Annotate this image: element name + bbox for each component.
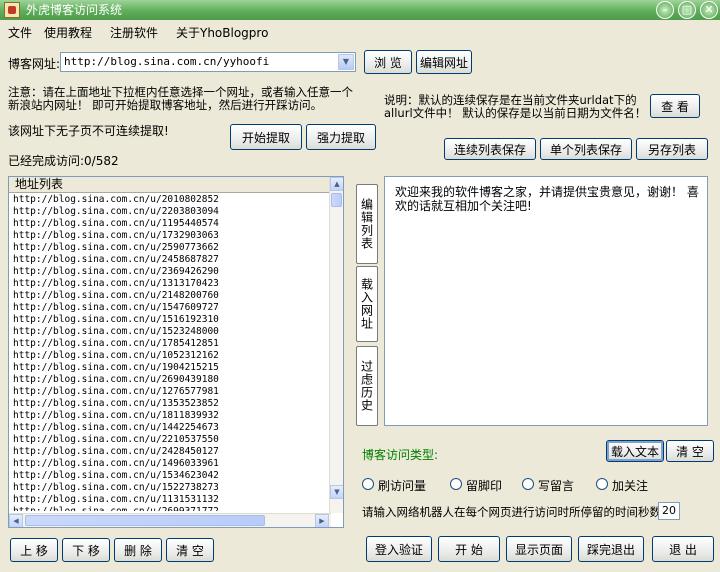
list-item[interactable]: http://blog.sina.com.cn/u/1516192310	[9, 314, 331, 326]
close-icon[interactable]: ✕	[700, 1, 718, 19]
radio-footprint-label[interactable]: 留脚印	[466, 477, 502, 494]
title-bar[interactable]: 外虎博客访问系统 – □ ✕	[0, 0, 720, 20]
progress-text: 已经完成访问:0/582	[8, 154, 119, 168]
save-continuous-button[interactable]: 连续列表保存	[444, 138, 536, 160]
list-item[interactable]: http://blog.sina.com.cn/u/1534623042	[9, 470, 331, 482]
list-item[interactable]: http://blog.sina.com.cn/u/1131531132	[9, 494, 331, 506]
vertical-scroll-thumb[interactable]	[331, 193, 342, 207]
list-item[interactable]: http://blog.sina.com.cn/u/2690439180	[9, 374, 331, 386]
list-item[interactable]: http://blog.sina.com.cn/u/2428450127	[9, 446, 331, 458]
address-list[interactable]: 地址列表 http://blog.sina.com.cn/u/201080285…	[8, 176, 344, 528]
minimize-icon[interactable]: –	[656, 1, 674, 19]
menu-about[interactable]: 关于YhoBlogpro	[176, 24, 268, 41]
list-item[interactable]: http://blog.sina.com.cn/u/1811839932	[9, 410, 331, 422]
window-title: 外虎博客访问系统	[26, 3, 123, 17]
scroll-down-icon[interactable]: ▼	[330, 485, 343, 499]
list-item[interactable]: http://blog.sina.com.cn/u/1785412851	[9, 338, 331, 350]
visit-type-label: 博客访问类型:	[362, 448, 439, 462]
blog-address-combo[interactable]: http://blog.sina.com.cn/yyhoofi ▼	[60, 52, 356, 72]
list-item[interactable]: http://blog.sina.com.cn/u/1276577981	[9, 386, 331, 398]
radio-comment[interactable]	[522, 478, 534, 490]
save-single-button[interactable]: 单个列表保存	[540, 138, 632, 160]
list-item[interactable]: http://blog.sina.com.cn/u/1732903063	[9, 230, 331, 242]
explain-line-2: allurl文件中！ 默认的保存是以当前日期为文件名！	[384, 106, 647, 120]
scroll-right-icon[interactable]: ▶	[315, 514, 329, 527]
list-item[interactable]: http://blog.sina.com.cn/u/1442254673	[9, 422, 331, 434]
load-text-button[interactable]: 载入文本	[606, 440, 664, 462]
menu-bar: 文件 使用教程 注册软件 关于YhoBlogpro	[0, 20, 720, 42]
edit-url-button[interactable]: 编辑网址	[416, 50, 472, 74]
no-subpage-text: 该网址下无子页不可连续提取!	[8, 124, 169, 138]
load-url-tab[interactable]: 载入网址	[356, 266, 378, 342]
list-item[interactable]: http://blog.sina.com.cn/u/2699371772	[9, 506, 331, 511]
app-icon	[4, 2, 20, 18]
move-down-button[interactable]: 下 移	[62, 538, 110, 562]
stealth-exit-button[interactable]: 踩完退出	[578, 536, 644, 562]
list-item[interactable]: http://blog.sina.com.cn/u/2148200760	[9, 290, 331, 302]
list-header[interactable]: 地址列表	[9, 177, 329, 193]
filter-history-tab[interactable]: 过虑历史	[356, 346, 378, 426]
list-item[interactable]: http://blog.sina.com.cn/u/1313170423	[9, 278, 331, 290]
list-item[interactable]: http://blog.sina.com.cn/u/1195440574	[9, 218, 331, 230]
list-body[interactable]: http://blog.sina.com.cn/u/2010802852 http…	[9, 194, 331, 511]
list-item[interactable]: http://blog.sina.com.cn/u/1496033961	[9, 458, 331, 470]
scroll-up-icon[interactable]: ▲	[330, 177, 343, 191]
start-button[interactable]: 开 始	[438, 536, 500, 562]
blog-address-value: http://blog.sina.com.cn/yyhoofi	[64, 55, 270, 68]
list-item[interactable]: http://blog.sina.com.cn/u/1522738273	[9, 482, 331, 494]
exit-button[interactable]: 退 出	[652, 536, 714, 562]
show-page-button[interactable]: 显示页面	[506, 536, 572, 562]
note-line-2: 新浪站内网址！ 即可开始提取博客地址，然后进行开踩访问。	[8, 98, 323, 112]
radio-visit-count-label[interactable]: 刷访问量	[378, 477, 426, 494]
main-window: 外虎博客访问系统 – □ ✕ 文件 使用教程 注册软件 关于YhoBlogpro…	[0, 0, 720, 572]
wait-time-label: 请输入网络机器人在每个网页进行访问时所停留的时间秒数:	[362, 505, 665, 519]
menu-tutorial[interactable]: 使用教程	[44, 24, 92, 41]
welcome-text-area[interactable]: 欢迎来我的软件博客之家，并请提供宝贵意见，谢谢！ 喜欢的话就互相加个关注吧!	[384, 176, 708, 426]
edit-list-tab[interactable]: 编辑列表	[356, 184, 378, 264]
radio-visit-count[interactable]	[362, 478, 374, 490]
scroll-left-icon[interactable]: ◀	[9, 514, 23, 527]
list-item[interactable]: http://blog.sina.com.cn/u/2210537550	[9, 434, 331, 446]
browse-button[interactable]: 浏 览	[364, 50, 412, 74]
list-item[interactable]: http://blog.sina.com.cn/u/2590773662	[9, 242, 331, 254]
list-item[interactable]: http://blog.sina.com.cn/u/1523248000	[9, 326, 331, 338]
chevron-down-icon[interactable]: ▼	[338, 54, 354, 70]
clear-list-button[interactable]: 清 空	[166, 538, 214, 562]
maximize-icon[interactable]: □	[678, 1, 696, 19]
login-verify-button[interactable]: 登入验证	[366, 536, 432, 562]
horizontal-scroll-thumb[interactable]	[25, 515, 265, 526]
blog-address-label: 博客网址:	[8, 57, 61, 71]
force-extract-button[interactable]: 强力提取	[306, 124, 376, 150]
list-item[interactable]: http://blog.sina.com.cn/u/1547609727	[9, 302, 331, 314]
wait-time-input[interactable]: 20	[658, 502, 680, 520]
list-item[interactable]: http://blog.sina.com.cn/u/2010802852	[9, 194, 331, 206]
start-extract-button[interactable]: 开始提取	[230, 124, 302, 150]
list-item[interactable]: http://blog.sina.com.cn/u/2458687827	[9, 254, 331, 266]
radio-comment-label[interactable]: 写留言	[538, 477, 574, 494]
list-item[interactable]: http://blog.sina.com.cn/u/1052312162	[9, 350, 331, 362]
view-button[interactable]: 查 看	[650, 94, 700, 118]
move-up-button[interactable]: 上 移	[10, 538, 58, 562]
save-as-button[interactable]: 另存列表	[636, 138, 708, 160]
vertical-scrollbar[interactable]: ▲ ▼	[329, 177, 343, 513]
radio-footprint[interactable]	[450, 478, 462, 490]
list-item[interactable]: http://blog.sina.com.cn/u/2203803094	[9, 206, 331, 218]
horizontal-scrollbar[interactable]: ◀ ▶	[9, 513, 331, 527]
menu-register[interactable]: 注册软件	[110, 24, 158, 41]
radio-follow[interactable]	[596, 478, 608, 490]
radio-follow-label[interactable]: 加关注	[612, 477, 648, 494]
list-item[interactable]: http://blog.sina.com.cn/u/1904215215	[9, 362, 331, 374]
list-item[interactable]: http://blog.sina.com.cn/u/1353523852	[9, 398, 331, 410]
menu-file[interactable]: 文件	[8, 24, 32, 41]
delete-button[interactable]: 删 除	[114, 538, 162, 562]
clear-text-button[interactable]: 清 空	[666, 440, 714, 462]
list-item[interactable]: http://blog.sina.com.cn/u/2369426290	[9, 266, 331, 278]
